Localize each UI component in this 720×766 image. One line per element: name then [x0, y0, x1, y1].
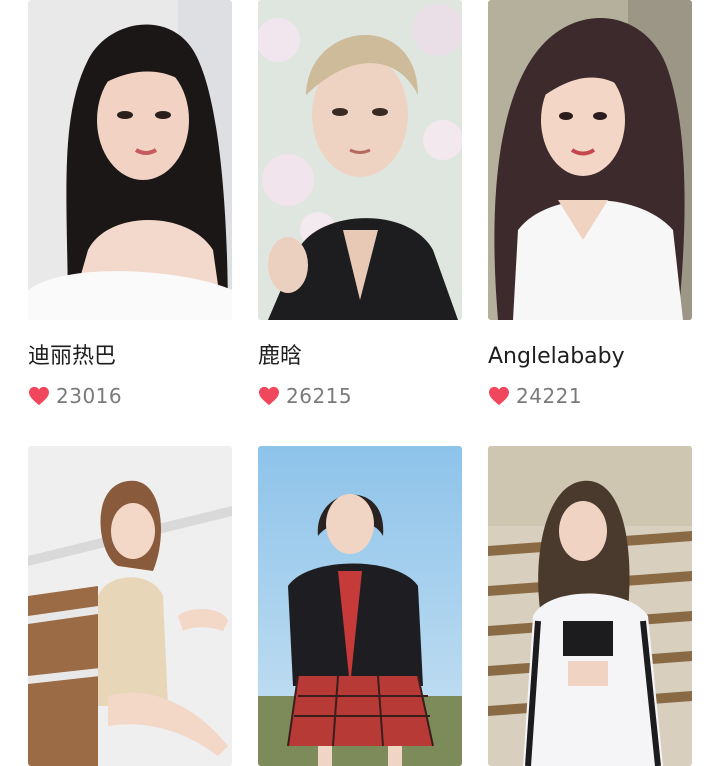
celebrity-photo[interactable]: [488, 446, 692, 766]
celebrity-card[interactable]: [488, 446, 692, 766]
celebrity-name: 迪丽热巴: [28, 344, 117, 369]
celebrity-photo-image: [488, 0, 692, 320]
like-count: 23016: [56, 384, 123, 408]
heart-icon[interactable]: [488, 386, 510, 406]
celebrity-photo[interactable]: [28, 446, 232, 766]
celebrity-photo-image: [258, 446, 462, 766]
like-count: 26215: [286, 384, 353, 408]
celebrity-name: 鹿晗: [258, 344, 303, 369]
celebrity-grid: 迪丽热巴 23016 鹿晗 26215 Anglelababy 24221: [0, 0, 720, 766]
celebrity-card[interactable]: [28, 446, 232, 766]
celebrity-photo[interactable]: [488, 0, 692, 320]
like-count-row[interactable]: 26215: [258, 382, 352, 410]
celebrity-name: Anglelababy: [488, 344, 625, 369]
celebrity-photo-image: [258, 0, 462, 320]
celebrity-card[interactable]: Anglelababy 24221: [488, 0, 692, 408]
celebrity-card[interactable]: [258, 446, 462, 766]
celebrity-photo-image: [28, 446, 232, 766]
like-count: 24221: [516, 384, 583, 408]
celebrity-photo-image: [28, 0, 232, 320]
celebrity-photo[interactable]: [258, 0, 462, 320]
like-count-row[interactable]: 23016: [28, 382, 122, 410]
celebrity-photo[interactable]: [258, 446, 462, 766]
celebrity-photo-image: [488, 446, 692, 766]
celebrity-photo[interactable]: [28, 0, 232, 320]
celebrity-card[interactable]: 迪丽热巴 23016: [28, 0, 232, 408]
celebrity-card[interactable]: 鹿晗 26215: [258, 0, 462, 408]
like-count-row[interactable]: 24221: [488, 382, 582, 410]
heart-icon[interactable]: [258, 386, 280, 406]
heart-icon[interactable]: [28, 386, 50, 406]
